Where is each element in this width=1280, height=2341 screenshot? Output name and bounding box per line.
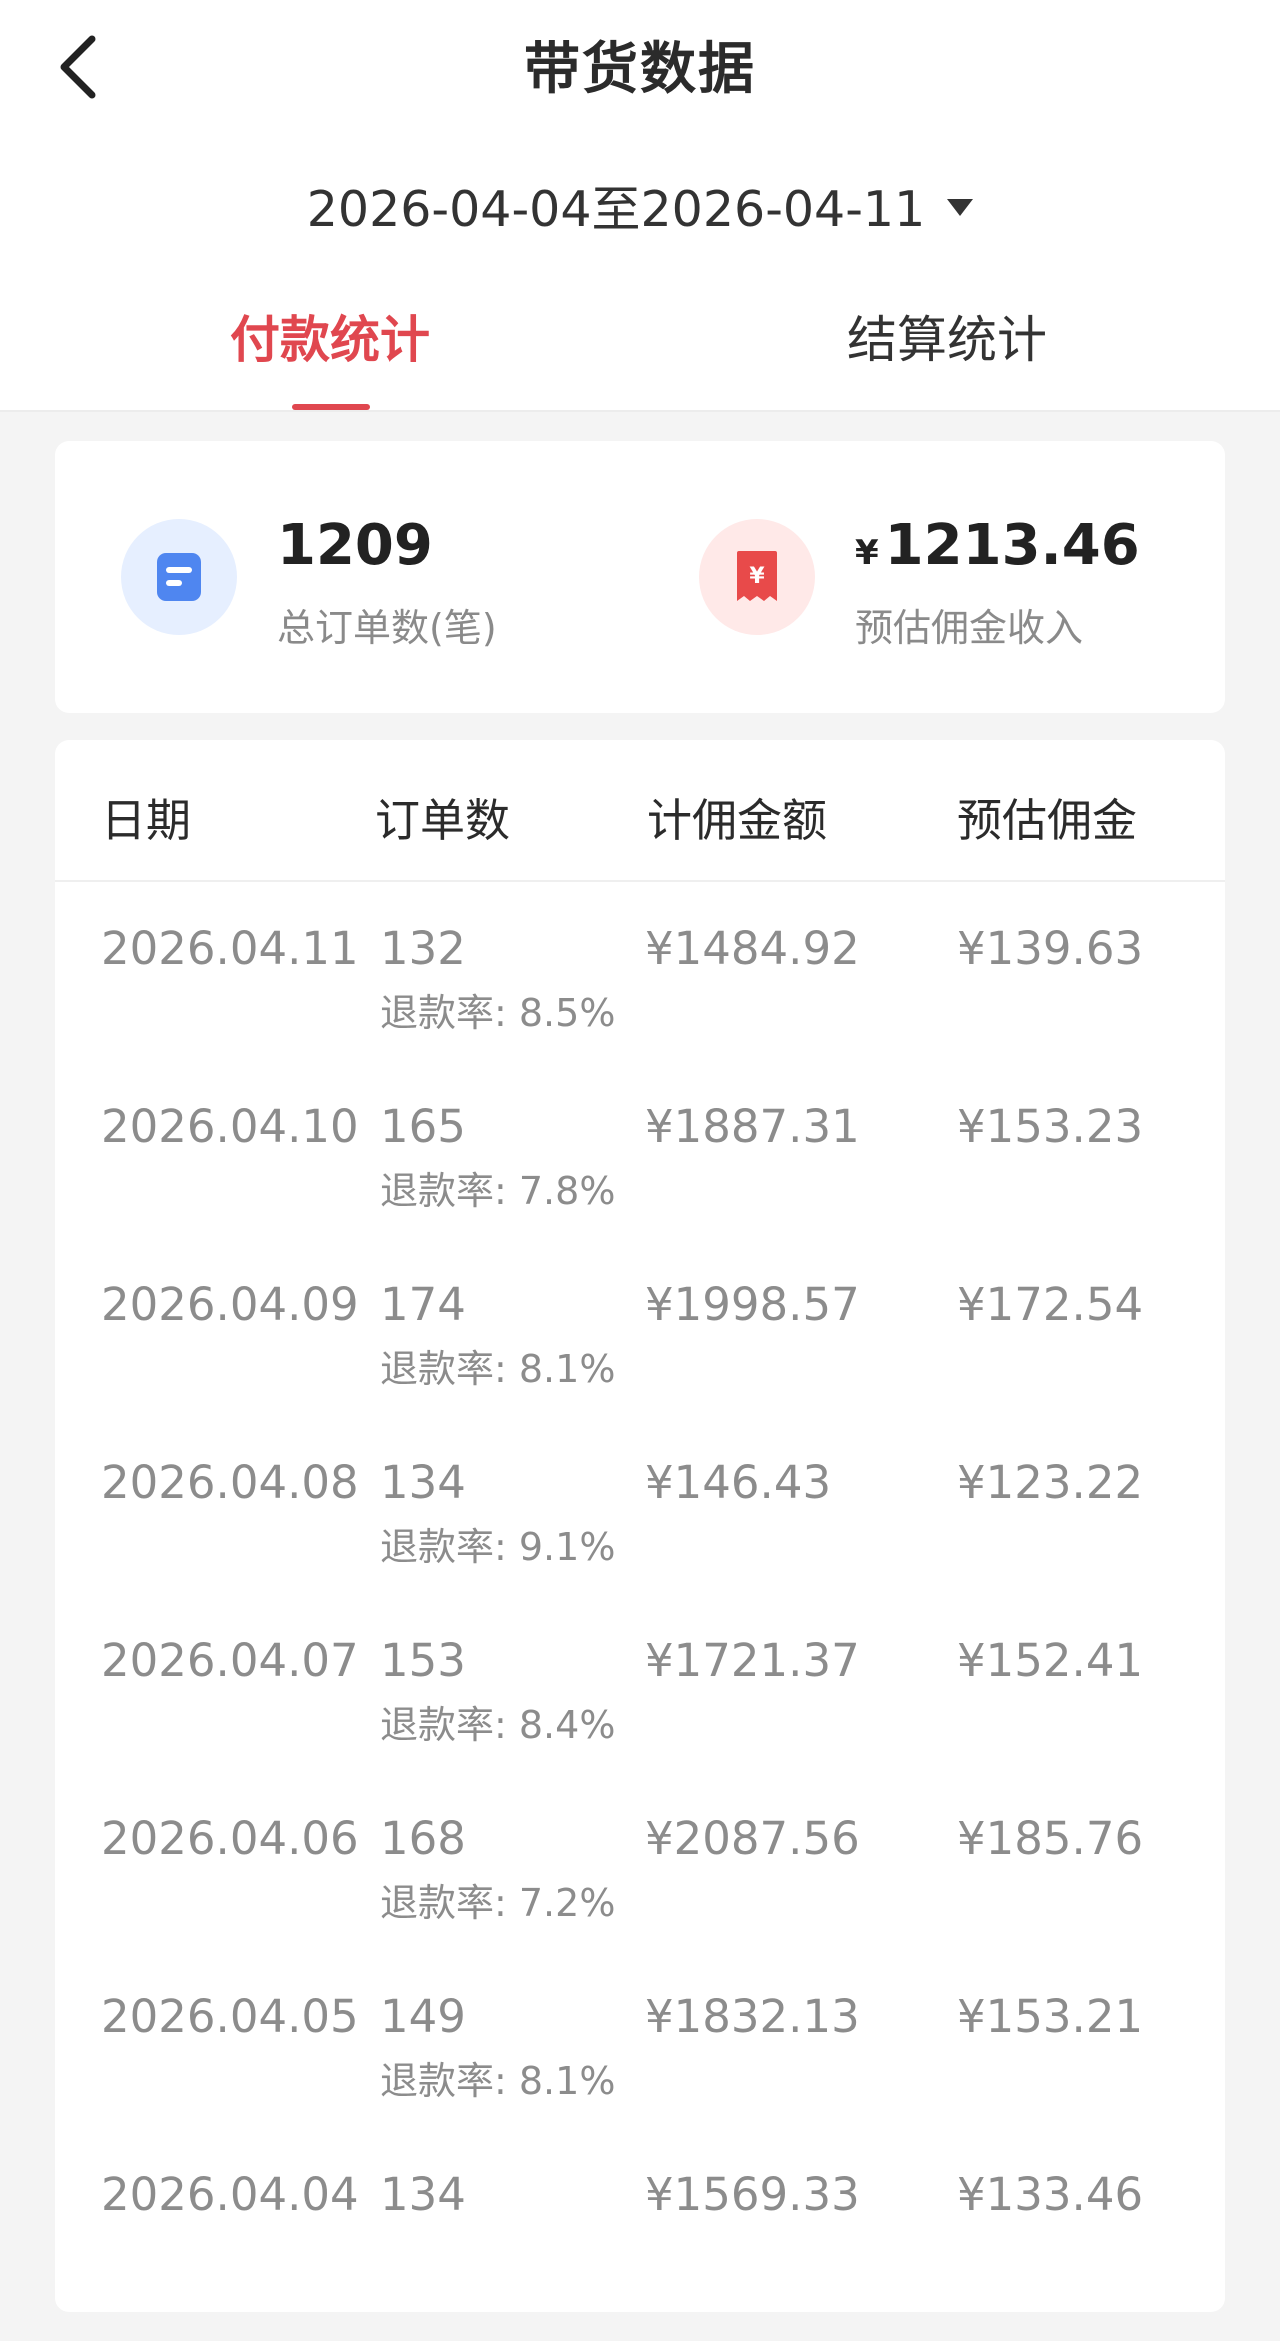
- row-date: 2026.04.07: [101, 1634, 359, 1687]
- receipt-yen-icon: ¥: [737, 551, 777, 601]
- total-orders-label: 总订单数(笔): [277, 606, 497, 650]
- row-estimated-commission: ¥123.22: [957, 1456, 1144, 1509]
- row-refund-rate: 退款率: 8.1%: [380, 1347, 616, 1391]
- row-estimated-commission: ¥139.63: [957, 922, 1144, 975]
- row-orders: 174: [380, 1278, 466, 1331]
- row-date: 2026.04.08: [101, 1456, 359, 1509]
- row-refund-rate: 退款率: 7.2%: [380, 1881, 616, 1925]
- table-row: 2026.04.08 134 退款率: 9.1% ¥146.43 ¥123.22: [55, 1416, 1225, 1594]
- header: 带货数据 2026-04-04至2026-04-11 付款统计 结算统计: [0, 0, 1280, 412]
- row-estimated-commission: ¥153.21: [957, 1990, 1144, 2043]
- table-body: 2026.04.11 132 退款率: 8.5% ¥1484.92 ¥139.6…: [55, 882, 1225, 2306]
- row-estimated-commission: ¥185.76: [957, 1812, 1144, 1865]
- column-header-orders: 订单数: [375, 794, 511, 847]
- column-header-date: 日期: [101, 794, 192, 847]
- row-orders: 134: [380, 1456, 466, 1509]
- header-divider: [0, 410, 1280, 412]
- row-commissionable-amount: ¥2087.56: [645, 1812, 860, 1865]
- table-row: 2026.04.07 153 退款率: 8.4% ¥1721.37 ¥152.4…: [55, 1594, 1225, 1772]
- table-row: 2026.04.04 134 ¥1569.33 ¥133.46: [55, 2128, 1225, 2306]
- row-orders: 153: [380, 1634, 466, 1687]
- currency-symbol: ¥: [855, 533, 879, 573]
- svg-text:¥: ¥: [749, 564, 765, 589]
- row-estimated-commission: ¥172.54: [957, 1278, 1144, 1331]
- row-refund-rate: 退款率: 7.8%: [380, 1169, 616, 1213]
- row-date: 2026.04.04: [101, 2168, 359, 2221]
- table-row: 2026.04.10 165 退款率: 7.8% ¥1887.31 ¥153.2…: [55, 1060, 1225, 1238]
- page-title: 带货数据: [524, 37, 756, 102]
- row-date: 2026.04.05: [101, 1990, 359, 2043]
- orders-icon-badge: [121, 519, 237, 635]
- row-commissionable-amount: ¥1569.33: [645, 2168, 860, 2221]
- tab-payment-stats[interactable]: 付款统计: [100, 300, 560, 412]
- row-orders: 134: [380, 2168, 466, 2221]
- table-row: 2026.04.05 149 退款率: 8.1% ¥1832.13 ¥153.2…: [55, 1950, 1225, 2128]
- estimated-commission-value: ¥1213.46: [855, 513, 1140, 578]
- summary-card: 1209 总订单数(笔) ¥ ¥1213.46 预估佣金收入: [55, 441, 1225, 713]
- row-estimated-commission: ¥153.23: [957, 1100, 1144, 1153]
- row-commissionable-amount: ¥1484.92: [645, 922, 860, 975]
- tab-bar: 付款统计 结算统计: [0, 300, 1280, 412]
- row-refund-rate: 退款率: 8.5%: [380, 991, 616, 1035]
- row-date: 2026.04.11: [101, 922, 359, 975]
- column-header-commissionable-amount: 计佣金额: [647, 794, 828, 847]
- daily-stats-table: 日期 订单数 计佣金额 预估佣金 2026.04.11 132 退款率: 8.5…: [55, 740, 1225, 2312]
- row-commissionable-amount: ¥1998.57: [645, 1278, 860, 1331]
- row-orders: 165: [380, 1100, 466, 1153]
- date-range-selector[interactable]: 2026-04-04至2026-04-11: [0, 170, 1280, 241]
- estimated-commission-amount: 1213.46: [884, 513, 1140, 578]
- row-orders: 149: [380, 1990, 466, 2043]
- row-commissionable-amount: ¥1832.13: [645, 1990, 860, 2043]
- total-orders-value: 1209: [277, 513, 433, 578]
- tab-settlement-stats[interactable]: 结算统计: [717, 300, 1177, 412]
- row-date: 2026.04.06: [101, 1812, 359, 1865]
- row-commissionable-amount: ¥1721.37: [645, 1634, 860, 1687]
- row-refund-rate: 退款率: 8.1%: [380, 2059, 616, 2103]
- table-header: 日期 订单数 计佣金额 预估佣金: [55, 740, 1225, 882]
- document-icon: [157, 553, 201, 601]
- row-estimated-commission: ¥133.46: [957, 2168, 1144, 2221]
- caret-down-icon: [947, 199, 974, 216]
- commission-icon-badge: ¥: [699, 519, 815, 635]
- table-row: 2026.04.06 168 退款率: 7.2% ¥2087.56 ¥185.7…: [55, 1772, 1225, 1950]
- row-estimated-commission: ¥152.41: [957, 1634, 1144, 1687]
- row-commissionable-amount: ¥1887.31: [645, 1100, 860, 1153]
- row-commissionable-amount: ¥146.43: [645, 1456, 832, 1509]
- row-date: 2026.04.09: [101, 1278, 359, 1331]
- column-header-estimated-commission: 预估佣金: [957, 794, 1138, 847]
- date-range-text: 2026-04-04至2026-04-11: [306, 181, 926, 238]
- table-row: 2026.04.11 132 退款率: 8.5% ¥1484.92 ¥139.6…: [55, 882, 1225, 1060]
- row-refund-rate: 退款率: 9.1%: [380, 1525, 616, 1569]
- row-date: 2026.04.10: [101, 1100, 359, 1153]
- row-orders: 168: [380, 1812, 466, 1865]
- estimated-commission-label: 预估佣金收入: [855, 606, 1084, 650]
- table-row: 2026.04.09 174 退款率: 8.1% ¥1998.57 ¥172.5…: [55, 1238, 1225, 1416]
- row-refund-rate: 退款率: 8.4%: [380, 1703, 616, 1747]
- row-orders: 132: [380, 922, 466, 975]
